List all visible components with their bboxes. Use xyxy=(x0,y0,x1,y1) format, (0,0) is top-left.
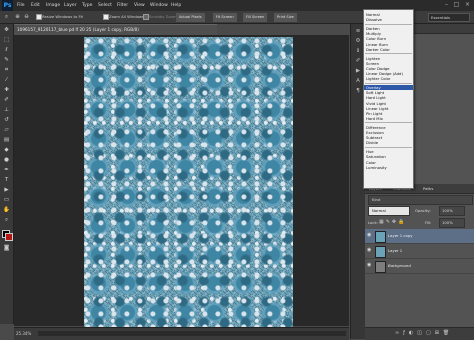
eye-icon[interactable]: ◉ xyxy=(367,263,372,268)
menu-window[interactable]: Window xyxy=(150,0,168,11)
layer-name: Background xyxy=(388,263,411,268)
blend-separator xyxy=(365,53,412,55)
kind-filter[interactable]: Kind xyxy=(368,195,473,205)
lock-label: Lock: xyxy=(368,220,378,225)
layer-row-layer-1-copy[interactable]: ◉ Layer 1 copy xyxy=(365,229,474,244)
tools-panel: ✥ ⬚ ℓ ✎ ⌗ ⁄ ✚ ✐ ⊥ ↺ ▱ ▤ ◆ ● ✒ T ▶ ▭ ✋ ⌕ … xyxy=(0,24,14,324)
status-bar: 25.34% xyxy=(14,327,349,340)
fill-screen-button[interactable]: Fill Screen xyxy=(243,13,268,22)
eye-icon[interactable]: ◉ xyxy=(367,233,372,238)
lock-icons[interactable]: ▦✎✥🔒 xyxy=(379,219,406,225)
quick-mask-icon[interactable]: ◙ xyxy=(2,244,11,252)
blend-separator xyxy=(365,23,412,25)
menu-edit[interactable]: Edit xyxy=(31,0,40,11)
maximize-button[interactable]: □ xyxy=(452,1,461,9)
zoom-out-icon[interactable]: ⊖ xyxy=(22,13,31,21)
blend-option[interactable]: Luminosity xyxy=(364,165,413,170)
properties-icon[interactable]: ⚙ xyxy=(354,38,362,45)
print-size-button[interactable]: Print Size xyxy=(274,13,297,22)
zoom-level: 25.34% xyxy=(16,331,32,336)
layers-footer: ∞ƒ◐◫▢⊞🗑 xyxy=(365,327,474,340)
zoom-in-icon[interactable]: ⊕ xyxy=(13,13,22,21)
blend-separator xyxy=(365,122,412,124)
menu-view[interactable]: View xyxy=(134,0,145,11)
clone-stamp-tool-icon[interactable]: ⊥ xyxy=(2,106,11,114)
fill-label: Fill: xyxy=(425,220,432,225)
actions-icon[interactable]: ▶ xyxy=(354,68,362,75)
crop-tool-icon[interactable]: ⌗ xyxy=(2,66,11,74)
blend-option[interactable]: Dissolve xyxy=(364,17,413,22)
shape-tool-icon[interactable]: ▭ xyxy=(2,196,11,204)
zoom-all-label: Zoom All Windows xyxy=(109,14,145,19)
document-tab[interactable]: 1096157_9120117_blue pd lf 20 25 (Layer … xyxy=(14,24,217,35)
zoom-tool-icon-side[interactable]: ⌕ xyxy=(2,216,11,224)
eraser-tool-icon[interactable]: ▱ xyxy=(2,126,11,134)
paragraph-icon[interactable]: ¶ xyxy=(354,88,362,95)
info-icon[interactable]: ℹ xyxy=(354,48,362,55)
gradient-tool-icon[interactable]: ▤ xyxy=(2,136,11,144)
menu-help[interactable]: Help xyxy=(171,0,181,11)
kind-label: Kind xyxy=(372,197,381,202)
eyedropper-tool-icon[interactable]: ⁄ xyxy=(2,76,11,84)
layer-name: Layer 1 copy xyxy=(388,233,413,238)
blend-option[interactable]: Divide xyxy=(364,140,413,145)
menu-file[interactable]: File xyxy=(17,0,25,11)
eye-icon[interactable]: ◉ xyxy=(367,248,372,253)
blend-option[interactable]: Darker Color xyxy=(364,47,413,52)
layer-row-layer-1[interactable]: ◉ Layer 1 xyxy=(365,244,474,259)
layer-name: Layer 1 xyxy=(388,248,403,253)
horizontal-scrollbar[interactable] xyxy=(38,331,346,336)
fit-screen-button[interactable]: Fit Screen xyxy=(213,13,237,22)
brush-tool-icon[interactable]: ✐ xyxy=(2,96,11,104)
resize-windows-label: Resize Windows to Fit xyxy=(42,14,83,19)
zoom-tool-icon[interactable]: ⌕ xyxy=(2,13,11,21)
menu-image[interactable]: Image xyxy=(46,0,60,11)
lasso-tool-icon[interactable]: ℓ xyxy=(2,46,11,54)
menu-type[interactable]: Type xyxy=(82,0,92,11)
menu-filter[interactable]: Filter xyxy=(117,0,128,11)
blend-mode-select[interactable]: Normal xyxy=(368,206,410,216)
opacity-label: Opacity: xyxy=(415,208,431,213)
layer-actions-icons[interactable]: ∞ƒ◐◫▢⊞🗑 xyxy=(395,330,453,336)
marquee-tool-icon[interactable]: ⬚ xyxy=(2,36,11,44)
brush-presets-icon[interactable]: ✐ xyxy=(354,58,362,65)
quick-select-tool-icon[interactable]: ✎ xyxy=(2,56,11,64)
background-color-swatch[interactable] xyxy=(5,233,13,241)
image-canvas[interactable] xyxy=(84,37,293,327)
healing-tool-icon[interactable]: ✚ xyxy=(2,86,11,94)
menu-layer[interactable]: Layer xyxy=(64,0,77,11)
history-icon[interactable]: ≡ xyxy=(354,28,362,35)
move-tool-icon[interactable]: ✥ xyxy=(2,26,11,34)
blend-option[interactable]: Hard Mix xyxy=(364,116,413,121)
layer-thumbnail xyxy=(375,246,386,258)
type-tool-icon[interactable]: T xyxy=(2,176,11,184)
layer-row-background[interactable]: ◉ Background xyxy=(365,259,474,274)
layer-thumbnail xyxy=(375,261,386,273)
app-logo: Ps xyxy=(2,0,13,11)
layer-thumbnail xyxy=(375,231,386,243)
close-button[interactable]: × xyxy=(463,1,472,9)
pen-tool-icon[interactable]: ✒ xyxy=(2,166,11,174)
blend-separator xyxy=(365,82,412,84)
character-icon[interactable]: A xyxy=(354,78,362,85)
actual-pixels-button[interactable]: Actual Pixels xyxy=(176,13,205,22)
opacity-input[interactable]: 100% xyxy=(439,206,465,216)
blend-option[interactable]: Lighter Color xyxy=(364,76,413,81)
hand-tool-icon[interactable]: ✋ xyxy=(2,206,11,214)
minimize-button[interactable]: – xyxy=(442,1,451,9)
menu-select[interactable]: Select xyxy=(98,0,112,11)
path-select-tool-icon[interactable]: ▶ xyxy=(2,186,11,194)
tab-paths[interactable]: Paths xyxy=(423,184,433,193)
history-brush-tool-icon[interactable]: ↺ xyxy=(2,116,11,124)
blur-tool-icon[interactable]: ◆ xyxy=(2,146,11,154)
dodge-tool-icon[interactable]: ● xyxy=(2,156,11,164)
blend-mode-dropdown[interactable]: Normal Dissolve Darken Multiply Color Burn Li… xyxy=(363,9,414,189)
workspace-switcher[interactable]: Essentials xyxy=(428,13,470,22)
scrubby-zoom-label: Scrubby Zoom xyxy=(149,14,177,19)
blend-separator xyxy=(365,146,412,148)
fill-input[interactable]: 100% xyxy=(439,218,465,228)
blend-mode-value: Normal xyxy=(372,208,386,213)
